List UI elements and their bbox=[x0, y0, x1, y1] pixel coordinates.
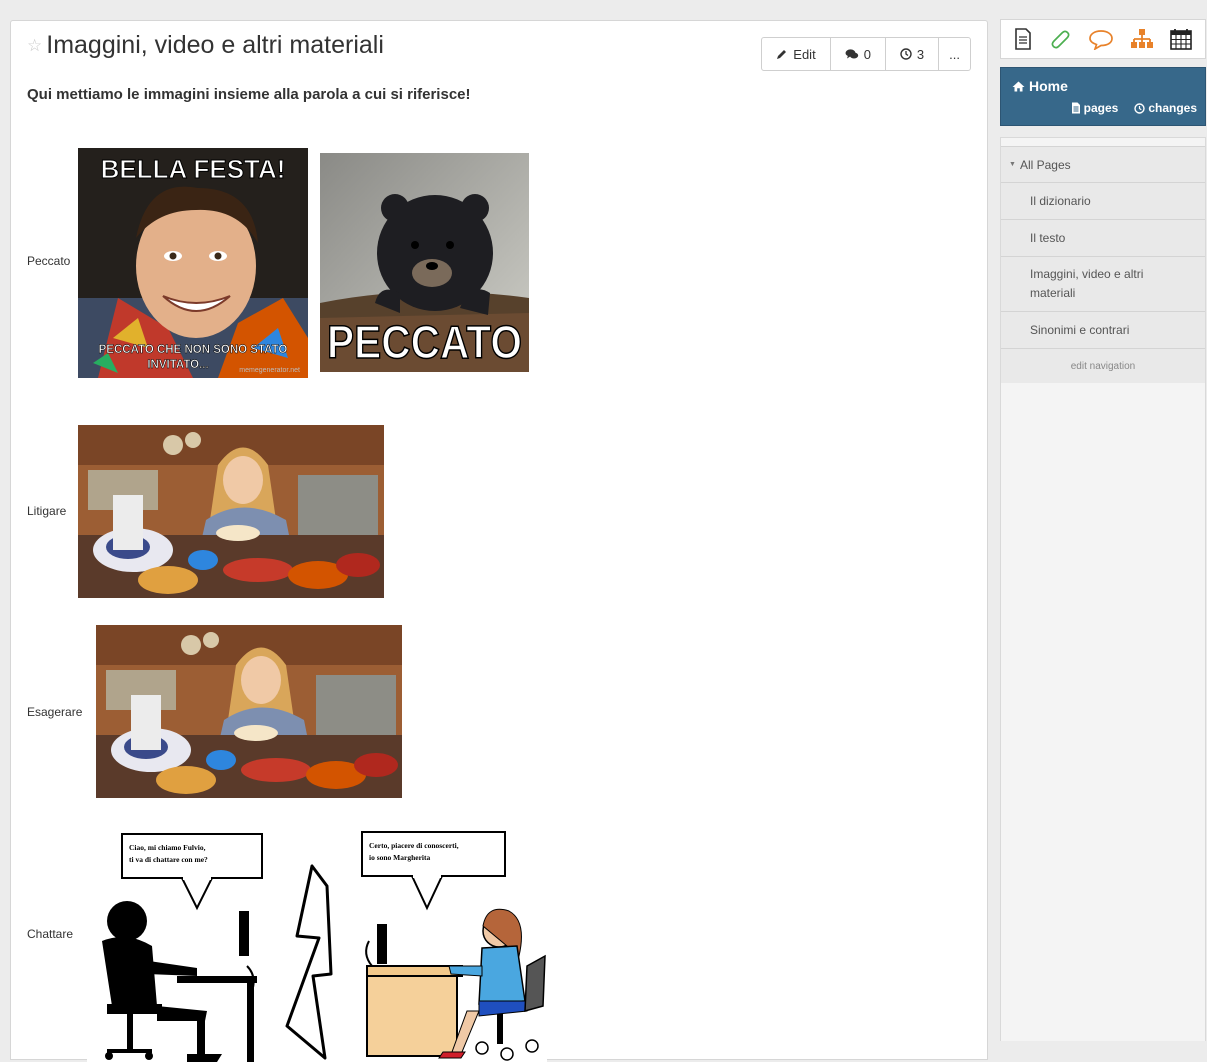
calendar-icon[interactable] bbox=[1170, 28, 1193, 50]
home-icon bbox=[1012, 81, 1025, 91]
home-link-label: Home bbox=[1029, 78, 1068, 94]
kitchen-image-litigare bbox=[78, 425, 384, 598]
comments-icon bbox=[845, 49, 858, 59]
changes-link[interactable]: changes bbox=[1134, 101, 1197, 115]
more-button[interactable]: ... bbox=[939, 38, 970, 70]
page-navigation-panel: ▼ All Pages Il dizionario Il testo Imagg… bbox=[1000, 137, 1206, 1041]
pages-link[interactable]: pages bbox=[1071, 101, 1119, 115]
nav-item-label: Sinonimi e contrari bbox=[1030, 323, 1130, 337]
top-strip bbox=[0, 0, 1207, 12]
nav-item-il-dizionario[interactable]: Il dizionario bbox=[1001, 182, 1205, 219]
page-icon[interactable] bbox=[1014, 28, 1032, 50]
nav-item-label: Il dizionario bbox=[1030, 194, 1091, 208]
chat-cartoon-image: Ciao, mi chiamo Fulvio, ti va di chattar… bbox=[87, 826, 547, 1062]
edit-button[interactable]: Edit bbox=[762, 38, 831, 70]
kitchen-image-esagerare bbox=[96, 625, 402, 798]
home-sub-links: pages changes bbox=[1071, 101, 1197, 115]
row-label-chattare: Chattare bbox=[27, 927, 74, 941]
pencil-icon bbox=[777, 50, 787, 59]
nav-item-label: Il testo bbox=[1030, 231, 1066, 245]
clock-icon bbox=[900, 48, 912, 60]
history-button[interactable]: 3 bbox=[886, 38, 940, 70]
edit-button-label: Edit bbox=[793, 46, 816, 62]
history-count: 3 bbox=[916, 46, 925, 62]
nav-item-label: Imaggini, video e altri materiali bbox=[1030, 266, 1144, 300]
nav-item-il-testo[interactable]: Il testo bbox=[1001, 219, 1205, 256]
changes-link-label: changes bbox=[1148, 101, 1197, 115]
main-content-panel: ☆ Imaggini, video e altri materiali Edit… bbox=[10, 20, 988, 1062]
comments-count: 0 bbox=[863, 46, 871, 62]
caret-down-icon: ▼ bbox=[1009, 161, 1016, 168]
more-button-label: ... bbox=[949, 46, 960, 62]
nav-item-imaggini[interactable]: Imaggini, video e altri materiali bbox=[1001, 256, 1205, 311]
meme2-bottom-text: PECCATO bbox=[327, 316, 522, 368]
sitemap-icon[interactable] bbox=[1131, 28, 1154, 50]
meme-image-peccato-bear: PECCATO bbox=[320, 153, 529, 372]
nav-list: ▼ All Pages Il dizionario Il testo Imagg… bbox=[1001, 146, 1205, 383]
page-title: Imaggini, video e altri materiali bbox=[46, 31, 384, 59]
page-intro-text: Qui mettiamo le immagini insieme alla pa… bbox=[27, 86, 471, 103]
nav-all-pages-label: All Pages bbox=[1019, 157, 1071, 172]
meme1-watermark: memegenerator.net bbox=[239, 367, 300, 374]
comment-icon[interactable] bbox=[1088, 28, 1114, 50]
paperclip-icon[interactable] bbox=[1049, 28, 1071, 50]
nav-all-pages[interactable]: ▼ All Pages bbox=[1001, 146, 1205, 182]
row-label-esagerare: Esagerare bbox=[27, 705, 83, 719]
home-navigation-box: Home pages changes bbox=[1000, 67, 1206, 126]
page-toolbar: Edit 0 3 ... bbox=[761, 37, 971, 71]
page-icon bbox=[1071, 102, 1080, 114]
meme-image-bella-festa: BELLA FESTA! PECCATO CHE NON SONO STATO I… bbox=[78, 148, 308, 378]
pages-link-label: pages bbox=[1083, 101, 1119, 115]
sidebar-icon-toolbar bbox=[1000, 19, 1206, 59]
clock-icon bbox=[1134, 102, 1146, 114]
edit-navigation-link[interactable]: edit navigation bbox=[1001, 348, 1205, 383]
meme1-top-text: BELLA FESTA! bbox=[101, 154, 286, 184]
edit-navigation-label: edit navigation bbox=[1070, 360, 1136, 372]
home-link[interactable]: Home bbox=[1012, 78, 1068, 94]
comments-button[interactable]: 0 bbox=[831, 38, 886, 70]
row-label-litigare: Litigare bbox=[27, 504, 67, 518]
nav-item-sinonimi-e-contrari[interactable]: Sinonimi e contrari bbox=[1001, 311, 1205, 348]
star-icon[interactable]: ☆ bbox=[27, 37, 42, 54]
title-row: ☆ Imaggini, video e altri materiali bbox=[27, 33, 384, 58]
row-label-peccato: Peccato bbox=[27, 254, 71, 268]
